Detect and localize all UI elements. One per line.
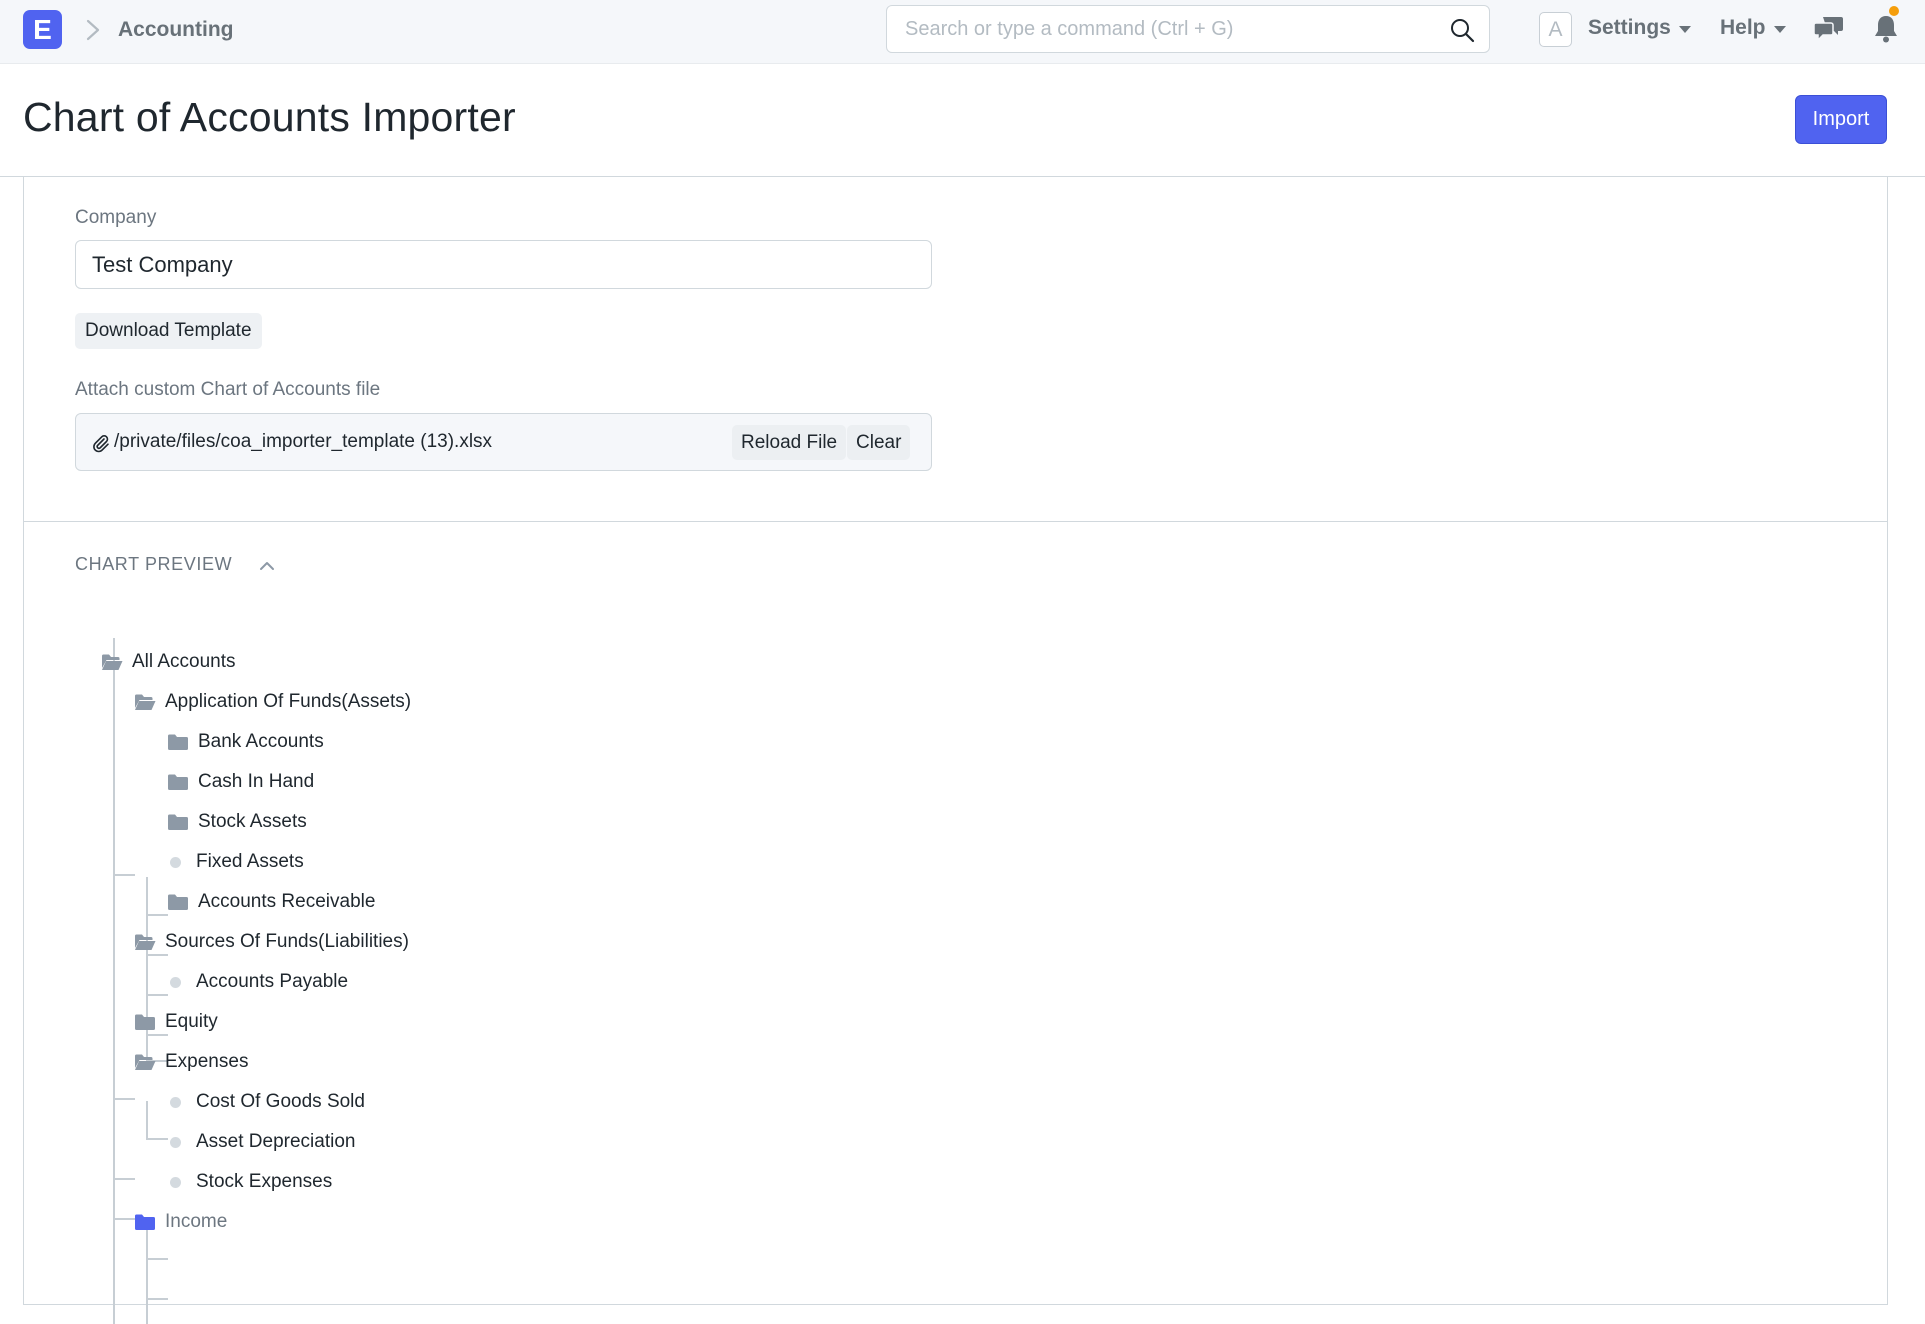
settings-label: Settings: [1588, 16, 1671, 39]
page-title: Chart of Accounts Importer: [23, 94, 516, 140]
leaf-dot-icon: [170, 1096, 181, 1108]
avatar[interactable]: A: [1539, 12, 1572, 47]
tree-node-label: Equity: [165, 1011, 218, 1032]
tree-node-label: Income: [165, 1211, 228, 1232]
chat-icon[interactable]: [1814, 14, 1844, 42]
tree-node[interactable]: Bank Accounts: [167, 727, 324, 757]
tree-node-label: Stock Assets: [198, 811, 307, 832]
tree-node-label: Stock Expenses: [196, 1171, 333, 1192]
company-field: [75, 240, 932, 289]
tree-node[interactable]: Stock Expenses: [167, 1167, 332, 1197]
navbar: E Accounting A Settings Help: [0, 0, 1925, 64]
tree-node[interactable]: Cost Of Goods Sold: [167, 1087, 365, 1117]
download-template-button[interactable]: Download Template: [75, 313, 262, 349]
app-logo[interactable]: E: [23, 10, 62, 49]
chevron-up-icon: [260, 561, 275, 570]
tree-node-label: Fixed Assets: [196, 851, 304, 872]
settings-dropdown[interactable]: Settings: [1588, 14, 1691, 42]
tree-node-label: Application Of Funds(Assets): [165, 691, 412, 712]
search-bar: [886, 5, 1490, 53]
leaf-dot-icon: [170, 976, 181, 988]
tree-node[interactable]: Accounts Payable: [167, 967, 348, 997]
attach-field: /private/files/coa_importer_template (13…: [75, 413, 932, 471]
chevron-right-icon: [86, 19, 100, 41]
folder-icon: [167, 893, 189, 911]
reload-file-button[interactable]: Reload File: [732, 425, 847, 460]
tree-node-label: Cash In Hand: [198, 771, 315, 792]
help-label: Help: [1720, 16, 1766, 39]
import-button[interactable]: Import: [1795, 95, 1887, 144]
tree-node[interactable]: Equity: [134, 1007, 218, 1037]
tree-node[interactable]: Fixed Assets: [167, 847, 304, 877]
leaf-dot-icon: [170, 1176, 181, 1188]
tree-node-label: Asset Depreciation: [196, 1131, 356, 1152]
chart-preview-toggle[interactable]: CHART PREVIEW: [75, 554, 276, 575]
tree-node[interactable]: All Accounts: [101, 647, 236, 677]
tree-node[interactable]: Sources Of Funds(Liabilities): [134, 927, 409, 957]
attached-file-link[interactable]: /private/files/coa_importer_template (13…: [114, 431, 492, 453]
folder-open-icon: [134, 933, 156, 951]
help-dropdown[interactable]: Help: [1720, 14, 1786, 42]
folder-selected-icon: [134, 1213, 156, 1231]
folder-icon: [134, 1013, 156, 1031]
folder-icon: [167, 813, 189, 831]
tree-node[interactable]: Asset Depreciation: [167, 1127, 355, 1157]
page-head: Chart of Accounts Importer Import: [0, 64, 1925, 177]
folder-open-icon: [134, 1053, 156, 1071]
tree-node[interactable]: Stock Assets: [167, 807, 307, 837]
attach-label: Attach custom Chart of Accounts file: [75, 379, 381, 400]
tree-node-label: Expenses: [165, 1051, 249, 1072]
tree-node[interactable]: Accounts Receivable: [167, 887, 375, 917]
search-icon[interactable]: [1449, 17, 1475, 43]
notification-dot: [1889, 6, 1899, 16]
leaf-dot-icon: [170, 856, 181, 868]
search-input[interactable]: [887, 6, 1489, 52]
clear-button[interactable]: Clear: [847, 425, 911, 460]
form-card: Company Download Template Attach custom …: [23, 177, 1888, 1324]
bell-icon[interactable]: [1872, 12, 1900, 44]
leaf-dot-icon: [170, 1136, 181, 1148]
tree-node[interactable]: Application Of Funds(Assets): [134, 687, 411, 717]
section-divider: [24, 521, 1887, 522]
folder-icon: [167, 773, 189, 791]
caret-down-icon: [1678, 25, 1691, 33]
tree-node-label: Cost Of Goods Sold: [196, 1091, 365, 1112]
tree-node-label: Sources Of Funds(Liabilities): [165, 931, 409, 952]
paperclip-icon: [93, 435, 109, 453]
chart-preview-tree: All Accounts Application Of Funds(Assets…: [24, 177, 1887, 1324]
breadcrumb-accounting[interactable]: Accounting: [118, 16, 234, 44]
tree-node[interactable]: Income: [134, 1207, 227, 1237]
folder-open-icon: [101, 653, 123, 671]
section-title: CHART PREVIEW: [75, 554, 233, 574]
company-input[interactable]: [76, 241, 931, 288]
caret-down-icon: [1773, 25, 1786, 33]
tree-node[interactable]: Cash In Hand: [167, 767, 314, 797]
tree-node-label: Accounts Receivable: [198, 891, 376, 912]
folder-open-icon: [134, 693, 156, 711]
company-label: Company: [75, 207, 157, 228]
tree-node-label: Accounts Payable: [196, 971, 349, 992]
tree-node-label: Bank Accounts: [198, 731, 324, 752]
tree-node-label: All Accounts: [132, 651, 236, 672]
tree-node[interactable]: Expenses: [134, 1047, 248, 1077]
folder-icon: [167, 733, 189, 751]
